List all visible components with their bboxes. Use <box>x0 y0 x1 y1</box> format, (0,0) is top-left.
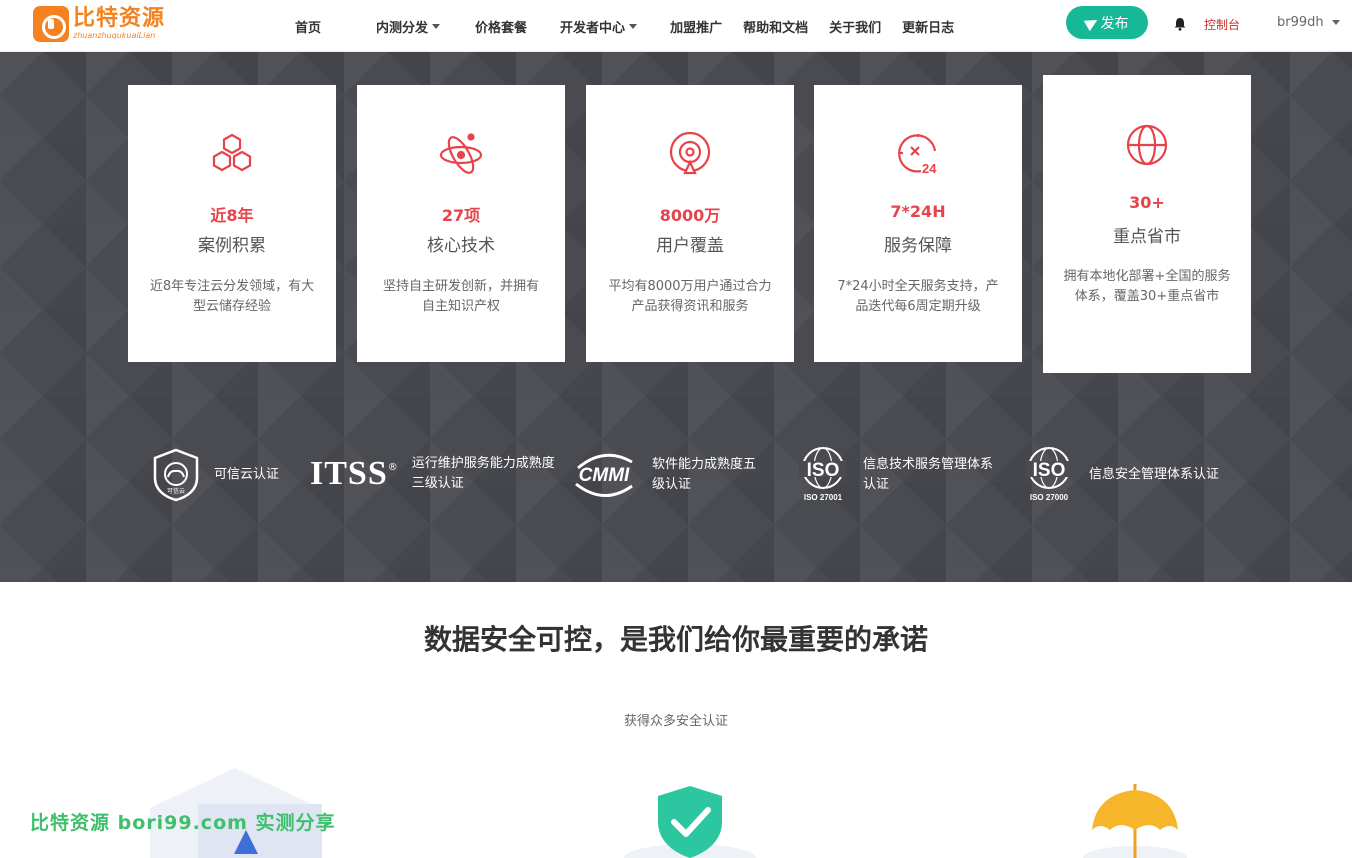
shield-check-icon <box>624 786 756 858</box>
main-nav: 首页 内测分发 价格套餐 开发者中心 加盟推广 帮助和文档 关于我们 更新日志 <box>282 0 967 52</box>
users-icon <box>669 131 711 175</box>
svg-text:ISO 27000: ISO 27000 <box>1030 493 1069 502</box>
nav-home[interactable]: 首页 <box>282 17 334 36</box>
cert-label: 信息安全管理体系认证 <box>1089 467 1220 482</box>
paper-plane-icon <box>1083 14 1100 31</box>
nav-affiliate[interactable]: 加盟推广 <box>650 17 735 36</box>
nav-help-docs[interactable]: 帮助和文档 <box>735 17 821 36</box>
stat-number: 30+ <box>1129 193 1165 212</box>
console-link[interactable]: 控制台 <box>1204 16 1240 33</box>
globe-icon <box>1126 124 1168 166</box>
cert-item: CMMI 软件能力成熟度五级认证 <box>570 448 768 502</box>
stat-number: 7*24H <box>890 202 946 221</box>
logo-title: 比特资源 <box>73 6 166 31</box>
svg-text:24: 24 <box>922 161 937 176</box>
stat-desc: 坚持自主研发创新，并拥有自主知识产权 <box>382 279 539 314</box>
nav-about[interactable]: 关于我们 <box>821 17 894 36</box>
stat-number: 27项 <box>441 206 481 225</box>
svg-text:ISO: ISO <box>807 460 840 481</box>
chevron-down-icon <box>432 23 441 29</box>
svg-text:ISO 27001: ISO 27001 <box>804 493 843 502</box>
stat-desc: 近8年专注云分发领域，有大型云储存经验 <box>149 279 315 314</box>
nav-changelog[interactable]: 更新日志 <box>894 17 967 36</box>
site-logo[interactable]: 比特资源 zhuanzhuqukuaiLian <box>33 6 165 42</box>
stat-title: 案例积累 <box>198 236 266 256</box>
nav-beta-distribution[interactable]: 内测分发 <box>334 17 453 36</box>
stat-card: 27项 核心技术 坚持自主研发创新，并拥有自主知识产权 <box>357 85 565 362</box>
stat-card: 8000万 用户覆盖 平均有8000万用户通过合力产品获得资讯和服务 <box>586 85 794 362</box>
stat-card: 近8年 案例积累 近8年专注云分发领域，有大型云储存经验 <box>128 85 336 362</box>
section-subheading: 获得众多安全认证 <box>623 714 728 729</box>
atom-icon <box>439 133 483 174</box>
stat-title: 服务保障 <box>884 236 952 256</box>
logo-subtitle: zhuanzhuqukuaiLian <box>73 31 156 40</box>
cert-label: 可信云认证 <box>214 467 280 482</box>
svg-text:ISO: ISO <box>1033 460 1066 481</box>
stat-desc: 平均有8000万用户通过合力产品获得资讯和服务 <box>608 279 772 314</box>
bell-icon[interactable] <box>1173 17 1187 31</box>
stat-desc: 7*24小时全天服务支持，产品迭代每6周定期升级 <box>837 279 999 314</box>
umbrella-icon <box>1083 784 1187 858</box>
stats-band: 近8年 案例积累 近8年专注云分发领域，有大型云储存经验 27项 核心技术 坚持… <box>0 52 1352 582</box>
trusted-cloud-logo: 可信云 <box>153 448 199 502</box>
itss-logo: ITSS <box>310 455 388 492</box>
iso-27001-logo: ISO ISO 27001 <box>799 447 847 502</box>
nav-developer-center[interactable]: 开发者中心 <box>540 17 650 36</box>
cert-item: ISO ISO 27000 信息安全管理体系认证 <box>1023 446 1219 504</box>
stat-card: 30+ 重点省市 拥有本地化部署+全国的服务体系，覆盖30+重点省市 <box>1043 75 1251 373</box>
publish-button[interactable]: 发布 <box>1066 6 1148 39</box>
stat-title: 用户覆盖 <box>656 236 724 256</box>
cert-item: ISO ISO 27001 信息技术服务管理体系认证 <box>797 446 993 504</box>
cert-label: 软件能力成熟度五级认证 <box>652 457 757 492</box>
stat-title: 核心技术 <box>427 236 495 256</box>
cubes-icon <box>212 133 252 172</box>
stat-number: 近8年 <box>210 206 254 225</box>
section-heading: 数据安全可控，是我们给你最重要的承诺 <box>423 623 928 656</box>
stat-number: 8000万 <box>659 206 721 225</box>
svg-text:CMMI: CMMI <box>579 465 630 486</box>
svg-text:可信云: 可信云 <box>167 487 185 495</box>
cert-item: 可信云 可信云认证 <box>152 448 279 502</box>
cmmi-logo: CMMI <box>575 453 633 497</box>
top-header: 比特资源 zhuanzhuqukuaiLian 首页 内测分发 价格套餐 开发者… <box>0 0 1352 52</box>
stat-desc: 拥有本地化部署+全国的服务体系，覆盖30+重点省市 <box>1063 269 1231 304</box>
chevron-down-icon <box>629 23 638 29</box>
cert-item: ITSS ® 运行维护服务能力成熟度三级认证 <box>310 454 558 494</box>
stat-title: 重点省市 <box>1113 227 1181 247</box>
iso-27000-logo: ISO ISO 27000 <box>1025 447 1073 502</box>
username: br99dh <box>1277 15 1324 30</box>
user-menu[interactable]: br99dh <box>1277 15 1340 30</box>
clock-24-icon: 24 <box>898 134 937 176</box>
registered-icon: ® <box>387 462 398 473</box>
cert-label: 信息技术服务管理体系认证 <box>863 457 994 492</box>
watermark-text: 比特资源 bori99.com 实测分享 <box>30 812 336 834</box>
logo-icon <box>33 6 69 42</box>
stat-card: 24 7*24H 服务保障 7*24小时全天服务支持，产品迭代每6周定期升级 <box>814 85 1022 362</box>
cert-label: 运行维护服务能力成熟度三级认证 <box>411 456 555 491</box>
chevron-down-icon <box>1331 20 1340 25</box>
nav-pricing[interactable]: 价格套餐 <box>453 17 540 36</box>
